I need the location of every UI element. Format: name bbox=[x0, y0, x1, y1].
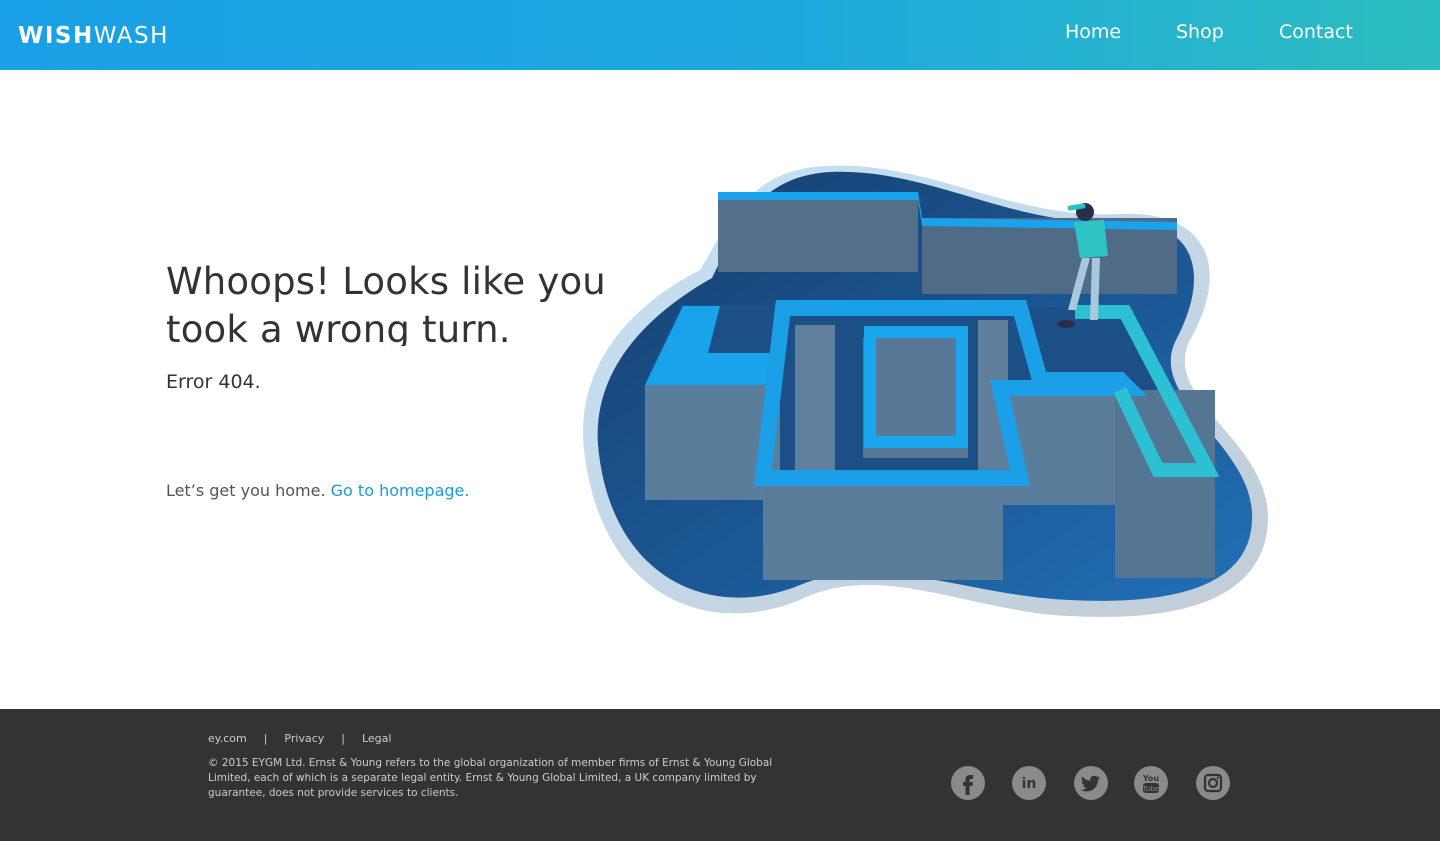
home-prompt-text: Let’s get you home. bbox=[166, 481, 326, 500]
back-wall-left bbox=[718, 196, 918, 272]
footer-links: ey.com | Privacy | Legal bbox=[208, 731, 391, 747]
nav-shop[interactable]: Shop bbox=[1176, 20, 1224, 44]
page-title: Whoops! Looks like you took a wrong turn… bbox=[166, 260, 606, 346]
error-code: Error 404. bbox=[166, 371, 261, 393]
footer-separator: | bbox=[341, 732, 345, 745]
footer-link-privacy[interactable]: Privacy bbox=[284, 732, 324, 745]
twitter-icon[interactable] bbox=[1074, 766, 1108, 800]
footer-link-legal[interactable]: Legal bbox=[362, 732, 391, 745]
logo[interactable]: WISHWASH bbox=[18, 22, 169, 50]
logo-bold: WISH bbox=[18, 23, 94, 49]
copyright-text: © 2015 EYGM Ltd. Ernst & Young refers to… bbox=[208, 757, 773, 799]
instagram-icon[interactable] bbox=[1196, 766, 1230, 800]
home-prompt: Let’s get you home. Go to homepage. bbox=[166, 480, 469, 502]
facebook-icon[interactable] bbox=[951, 766, 985, 800]
maze-illustration bbox=[582, 165, 1269, 617]
footer-separator: | bbox=[263, 732, 268, 745]
logo-light: WASH bbox=[93, 23, 169, 49]
homepage-link[interactable]: Go to homepage. bbox=[331, 481, 470, 500]
youtube-icon[interactable]: You Tube bbox=[1134, 766, 1168, 800]
nav-contact[interactable]: Contact bbox=[1279, 20, 1353, 44]
youtube-icon-text-top: You bbox=[1142, 774, 1160, 783]
linkedin-icon[interactable]: in bbox=[1012, 766, 1046, 800]
site-header: WISHWASH Home Shop Contact bbox=[0, 0, 1440, 70]
nav-home[interactable]: Home bbox=[1065, 20, 1121, 44]
wall-front-center bbox=[763, 478, 1003, 580]
footer-link-ey[interactable]: ey.com bbox=[208, 732, 247, 745]
linkedin-icon-text: in bbox=[1022, 776, 1037, 792]
site-footer: ey.com | Privacy | Legal © 2015 EYGM Ltd. Er… bbox=[0, 709, 1440, 841]
youtube-icon-text-bottom: Tube bbox=[1142, 785, 1159, 793]
wall-inner-1 bbox=[795, 325, 835, 475]
